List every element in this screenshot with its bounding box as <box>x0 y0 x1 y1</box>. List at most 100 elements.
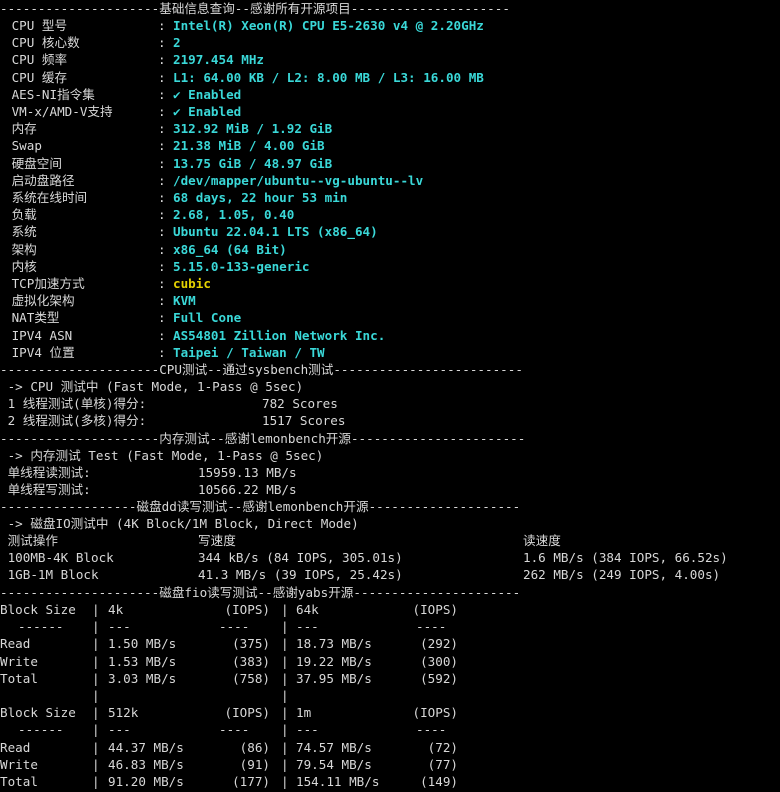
fio-row-col2: (86) <box>239 740 270 755</box>
dd-column-header: 写速度 <box>198 533 236 548</box>
memory-test-label: 单线程写测试: <box>0 482 91 497</box>
section-header-cpu-test: ---------------------CPU测试--通过sysbench测试… <box>0 362 523 377</box>
info-value: 13.75 GiB / 48.97 GiB <box>173 156 333 171</box>
fio-header-col0: Block Size <box>0 705 76 720</box>
fio-row-col0: Read <box>0 740 31 755</box>
section-header-fio-test: ---------------------磁盘fio读写测试--感谢yabs开源… <box>0 585 521 600</box>
fio-pipe: | <box>92 757 100 772</box>
fio-dash: ---- <box>416 619 447 634</box>
fio-header-col3: 1m <box>296 705 312 720</box>
info-label: 虚拟化架构 <box>4 293 75 308</box>
fio-row-col2: (758) <box>232 671 270 686</box>
fio-row-col2: (375) <box>232 636 270 651</box>
fio-dash: ------ <box>18 619 64 634</box>
info-label: CPU 型号 <box>4 18 68 33</box>
fio-header-col2: (IOPS) <box>224 602 271 617</box>
info-value: Intel(R) Xeon(R) CPU E5-2630 v4 @ 2.20GH… <box>173 18 484 33</box>
info-value: cubic <box>173 276 211 291</box>
info-label: CPU 缓存 <box>4 70 68 85</box>
dd-row-value: 1.6 MB/s (384 IOPS, 66.52s) <box>523 550 728 565</box>
fio-pipe: | <box>92 774 100 789</box>
fio-row-col1: 46.83 MB/s <box>108 757 184 772</box>
info-separator: : <box>158 87 166 102</box>
fio-row-col4: (592) <box>420 671 458 686</box>
fio-header-col1: 512k <box>108 705 139 720</box>
info-label: IPV4 位置 <box>4 345 75 360</box>
fio-dash: ------ <box>18 722 64 737</box>
fio-pipe: | <box>92 602 100 617</box>
fio-pipe: | <box>281 757 289 772</box>
info-label: 负载 <box>4 207 37 222</box>
fio-row-col2: (177) <box>232 774 270 789</box>
info-separator: : <box>158 328 166 343</box>
info-label: Swap <box>4 138 42 153</box>
info-value: x86_64 (64 Bit) <box>173 242 287 257</box>
section-header-basic-info: ---------------------基础信息查询--感谢所有开源项目---… <box>0 1 510 16</box>
info-value: 2197.454 MHz <box>173 52 264 67</box>
fio-pipe: | <box>92 705 100 720</box>
cpu-test-header: -> CPU 测试中 (Fast Mode, 1-Pass @ 5sec) <box>0 379 304 394</box>
fio-pipe: | <box>92 636 100 651</box>
terminal-window[interactable]: ---------------------基础信息查询--感谢所有开源项目---… <box>0 0 780 792</box>
fio-dash: --- <box>108 722 131 737</box>
info-value: ✔ Enabled <box>173 104 242 119</box>
info-separator: : <box>158 138 166 153</box>
info-label: IPV4 ASN <box>4 328 73 343</box>
fio-row-col4: (77) <box>427 757 458 772</box>
info-label: AES-NI指令集 <box>4 87 95 102</box>
dd-column-header: 读速度 <box>523 533 561 548</box>
fio-pipe: | <box>92 688 100 703</box>
section-header-dd-test: ------------------磁盘dd读写测试--感谢lemonbench… <box>0 499 521 514</box>
fio-row-col2: (91) <box>239 757 270 772</box>
fio-pipe: | <box>281 705 289 720</box>
cpu-test-label: 2 线程测试(多核)得分: <box>0 413 147 428</box>
fio-row-col3: 154.11 MB/s <box>296 774 380 789</box>
dd-column-header: 测试操作 <box>0 533 58 548</box>
fio-row-col0: Total <box>0 671 38 686</box>
fio-row-col1: 1.53 MB/s <box>108 654 177 669</box>
fio-dash: ---- <box>219 722 250 737</box>
info-separator: : <box>158 52 166 67</box>
fio-row-col0: Write <box>0 757 38 772</box>
fio-row-col1: 3.03 MB/s <box>108 671 177 686</box>
fio-pipe: | <box>281 654 289 669</box>
info-label: 内核 <box>4 259 37 274</box>
info-separator: : <box>158 104 166 119</box>
fio-header-col4: (IOPS) <box>412 602 459 617</box>
info-label: 硬盘空间 <box>4 156 62 171</box>
info-label: 启动盘路径 <box>4 173 75 188</box>
section-header-memory-test: ---------------------内存测试--感谢lemonbench开… <box>0 431 526 446</box>
fio-header-col4: (IOPS) <box>412 705 459 720</box>
fio-dash: --- <box>296 722 319 737</box>
fio-header-col2: (IOPS) <box>224 705 271 720</box>
fio-pipe: | <box>281 636 289 651</box>
fio-pipe: | <box>281 619 289 634</box>
info-separator: : <box>158 121 166 136</box>
fio-pipe: | <box>92 671 100 686</box>
fio-row-col0: Read <box>0 636 31 651</box>
fio-row-col0: Write <box>0 654 38 669</box>
fio-row-col2: (383) <box>232 654 270 669</box>
fio-row-col3: 19.22 MB/s <box>296 654 372 669</box>
info-separator: : <box>158 259 166 274</box>
info-value: 2 <box>173 35 181 50</box>
fio-pipe: | <box>281 740 289 755</box>
memory-test-value: 10566.22 MB/s <box>198 482 297 497</box>
dd-row-label: 100MB-4K Block <box>0 550 114 565</box>
cpu-test-score: 782 Scores <box>262 396 338 411</box>
fio-pipe: | <box>281 722 289 737</box>
fio-pipe: | <box>92 654 100 669</box>
fio-pipe: | <box>92 619 100 634</box>
fio-row-col3: 79.54 MB/s <box>296 757 372 772</box>
info-label: 架构 <box>4 242 37 257</box>
fio-pipe: | <box>92 722 100 737</box>
info-label: 系统在线时间 <box>4 190 88 205</box>
info-separator: : <box>158 190 166 205</box>
fio-dash: ---- <box>219 619 250 634</box>
info-label: 系统 <box>4 224 37 239</box>
fio-dash: --- <box>296 619 319 634</box>
info-separator: : <box>158 35 166 50</box>
info-separator: : <box>158 224 166 239</box>
fio-dash: --- <box>108 619 131 634</box>
info-separator: : <box>158 18 166 33</box>
